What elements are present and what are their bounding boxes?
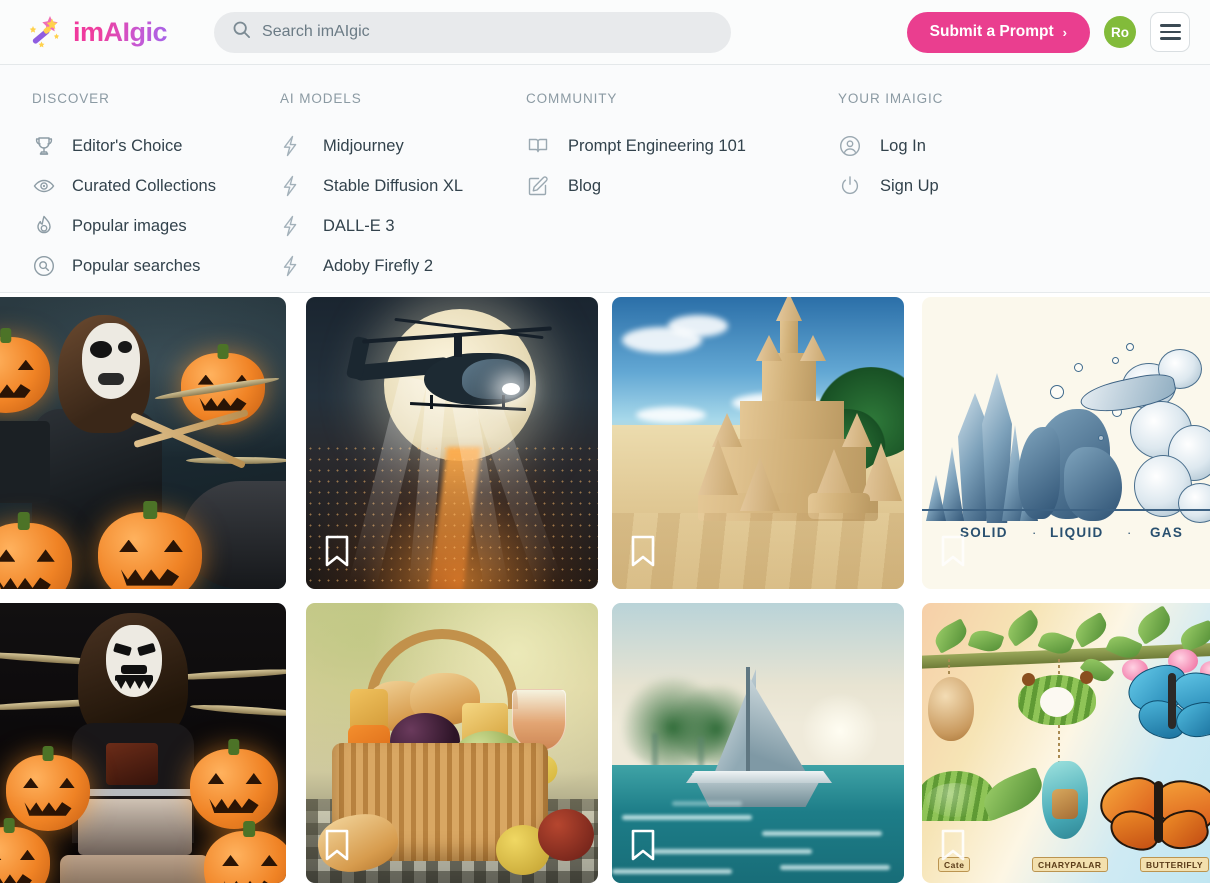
search-placeholder: Search imAIgic (262, 23, 370, 40)
menu-column-title: DISCOVER (32, 91, 110, 106)
menu-item-dall-e-3[interactable]: DALL-E 3 (278, 206, 526, 246)
search-input[interactable]: Search imAIgic (214, 11, 732, 53)
gallery-card-low-poly-sailboat[interactable] (612, 603, 904, 883)
bookmark-icon[interactable] (940, 829, 966, 861)
separator-dot: · (1127, 525, 1132, 540)
menu-item-label: Blog (568, 176, 602, 195)
gallery-card-picnic-basket[interactable] (306, 603, 598, 883)
magic-wand-icon (26, 13, 64, 51)
matter-label-solid: SOLID (960, 525, 1008, 540)
menu-item-sign-up[interactable]: Sign Up (838, 166, 1210, 206)
menu-column-title: COMMUNITY (526, 91, 618, 106)
eye-icon (32, 174, 56, 198)
pencil-square-icon (526, 174, 550, 198)
mega-menu-panel: DISCOVER Editor's Choice Curated Collect… (0, 65, 1210, 293)
power-icon (838, 174, 862, 198)
submit-button-label: Submit a Prompt (929, 23, 1054, 40)
gallery-image (0, 603, 286, 883)
menu-column-ai-models: AI MODELS Midjourney Stable Diffusion XL (278, 87, 526, 292)
bookmark-icon[interactable] (630, 535, 656, 567)
avatar[interactable]: Ro (1104, 16, 1136, 48)
submit-a-prompt-button[interactable]: Submit a Prompt › (906, 11, 1090, 53)
menu-item-prompt-engineering-101[interactable]: Prompt Engineering 101 (526, 126, 838, 166)
chevron-right-icon: › (1062, 24, 1067, 40)
gallery-card-sandcastle-beach[interactable] (612, 297, 904, 589)
menu-column-discover: DISCOVER Editor's Choice Curated Collect… (0, 87, 278, 292)
menu-item-label: Sign Up (880, 176, 939, 195)
menu-column-community: COMMUNITY Prompt Engineering 101 Blog (526, 87, 838, 292)
lightning-bolt-icon (278, 174, 302, 198)
menu-item-label: Log In (880, 136, 926, 155)
menu-item-curated-collections[interactable]: Curated Collections (32, 166, 278, 206)
logo-text: imAIgic (73, 16, 168, 47)
bookmark-icon[interactable] (324, 829, 350, 861)
gallery-card-states-of-matter-diagram[interactable]: SOLID · LIQUID · GAS (922, 297, 1210, 589)
menu-item-popular-images[interactable]: Popular images (32, 206, 278, 246)
header-actions: Submit a Prompt › Ro (906, 11, 1190, 53)
menu-item-label: Midjourney (323, 136, 404, 155)
lightning-bolt-icon (278, 214, 302, 238)
menu-item-log-in[interactable]: Log In (838, 126, 1210, 166)
bookmark-icon[interactable] (630, 829, 656, 861)
image-gallery-grid: SOLID · LIQUID · GAS Cate CHARYPALAR BUT… (0, 293, 1210, 883)
menu-item-label: Stable Diffusion XL (323, 176, 464, 195)
avatar-initials: Ro (1111, 24, 1129, 40)
search-icon (232, 20, 251, 44)
menu-item-editors-choice[interactable]: Editor's Choice (32, 126, 278, 166)
bookmark-icon[interactable] (940, 535, 966, 567)
gallery-card-halloween-drummer-masked[interactable] (0, 297, 286, 589)
lightning-bolt-icon (278, 254, 302, 278)
menu-item-label: Prompt Engineering 101 (568, 136, 746, 155)
flame-icon (32, 214, 56, 238)
menu-item-label: Adoby Firefly 2 (323, 256, 434, 275)
menu-column-title: YOUR IMAIGIC (838, 91, 944, 106)
lifecycle-label-caterpillar: CHARYPALAR (1032, 857, 1108, 872)
gallery-card-helicopter-night-city[interactable] (306, 297, 598, 589)
user-circle-icon (838, 134, 862, 158)
menu-item-blog[interactable]: Blog (526, 166, 838, 206)
book-icon (526, 134, 550, 158)
menu-item-midjourney[interactable]: Midjourney (278, 126, 526, 166)
menu-item-label: Popular searches (72, 256, 201, 275)
matter-label-liquid: LIQUID (1050, 525, 1104, 540)
search-circle-icon (32, 254, 56, 278)
menu-item-label: DALL-E 3 (323, 216, 395, 235)
hamburger-menu-icon[interactable] (1150, 12, 1190, 52)
menu-item-label: Editor's Choice (72, 136, 183, 155)
menu-item-adoby-firefly-2[interactable]: Adoby Firefly 2 (278, 246, 526, 286)
menu-item-label: Popular images (72, 216, 187, 235)
menu-column-your-imaigic: YOUR IMAIGIC Log In Sign Up (838, 87, 1210, 292)
hamburger-line (1159, 37, 1181, 40)
separator-dot: · (1032, 525, 1037, 540)
menu-item-stable-diffusion-xl[interactable]: Stable Diffusion XL (278, 166, 526, 206)
gallery-card-halloween-drummer-skull[interactable] (0, 603, 286, 883)
menu-column-title: AI MODELS (280, 91, 362, 106)
menu-item-label: Curated Collections (72, 176, 216, 195)
gallery-image (0, 297, 286, 589)
bookmark-icon[interactable] (324, 535, 350, 567)
hamburger-line (1159, 30, 1181, 34)
menu-item-popular-searches[interactable]: Popular searches (32, 246, 278, 286)
lightning-bolt-icon (278, 134, 302, 158)
matter-label-gas: GAS (1150, 525, 1184, 540)
app-header: imAIgic Search imAIgic Submit a Prompt ›… (0, 0, 1210, 65)
trophy-icon (32, 134, 56, 158)
logo[interactable]: imAIgic (26, 13, 168, 51)
gallery-card-butterfly-lifecycle[interactable]: Cate CHARYPALAR BUTTERIFLY (922, 603, 1210, 883)
lifecycle-label-butterfly: BUTTERIFLY (1140, 857, 1210, 872)
hamburger-line (1159, 24, 1181, 27)
